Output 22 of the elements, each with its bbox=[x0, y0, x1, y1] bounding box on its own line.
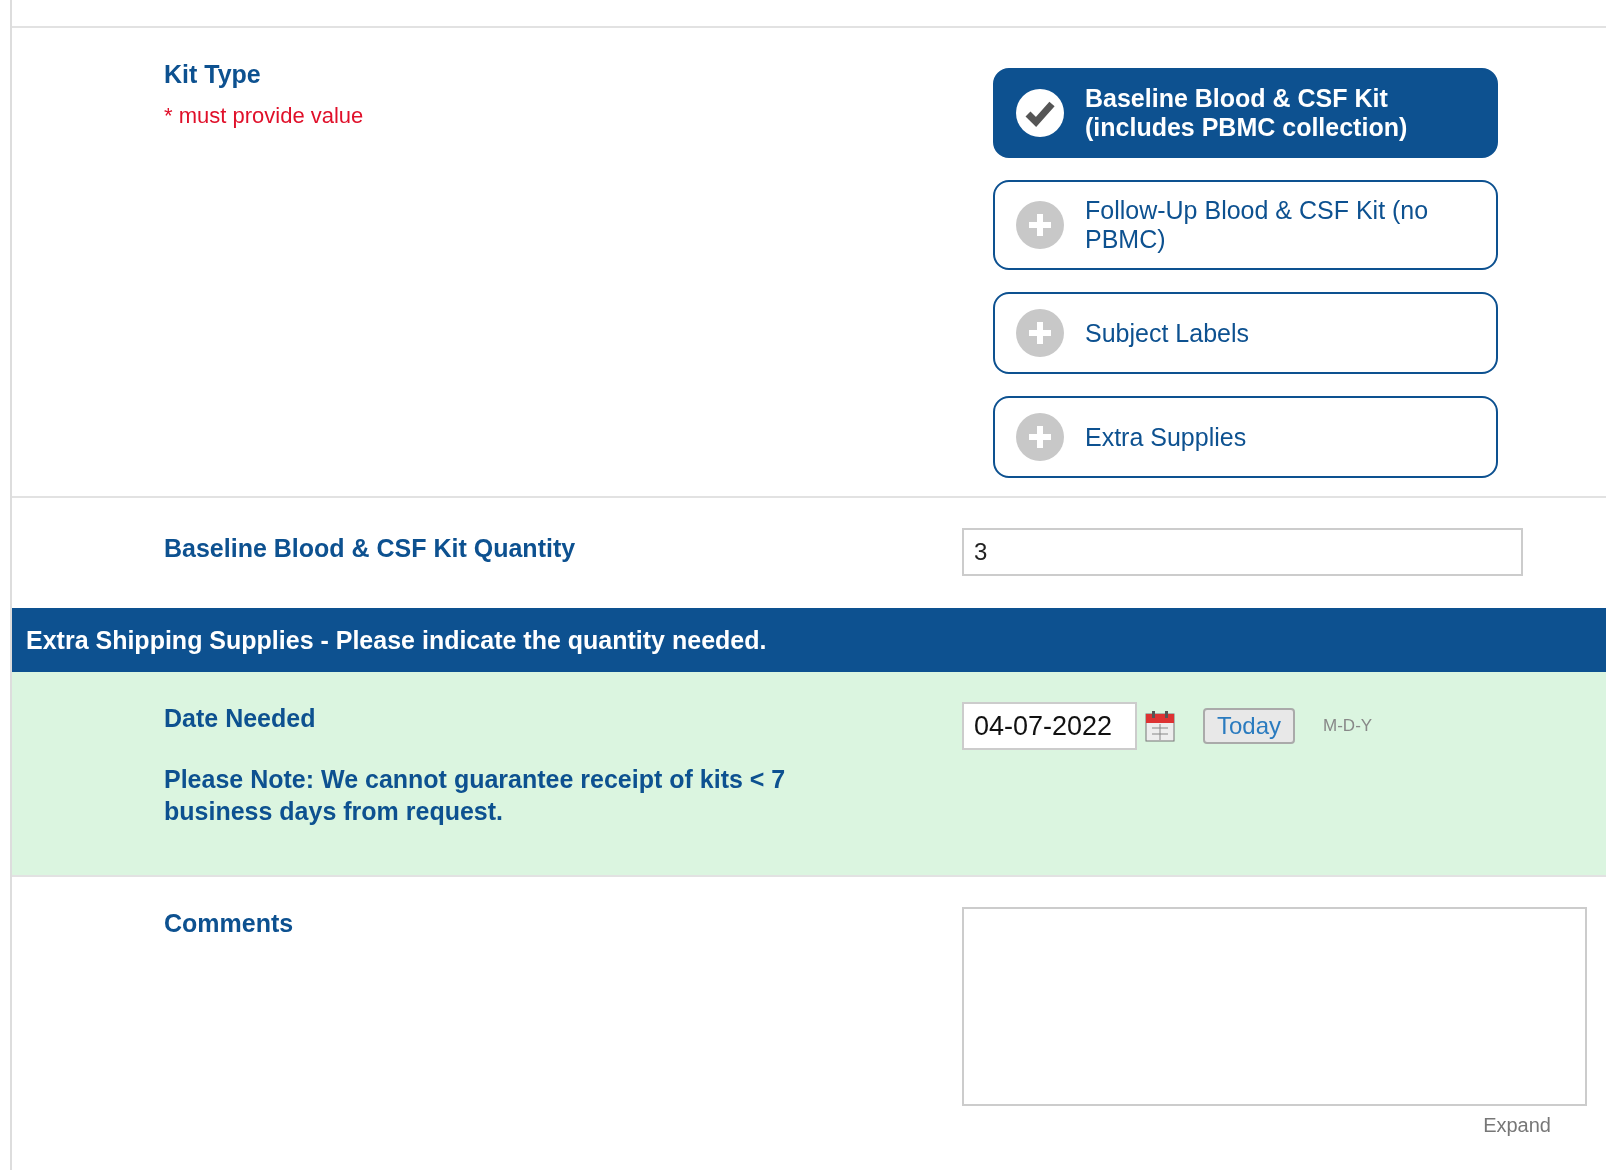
kit-option-button[interactable]: Baseline Blood & CSF Kit (includes PBMC collection) bbox=[993, 68, 1498, 158]
field-label: Comments bbox=[164, 909, 295, 938]
checkmark-icon bbox=[1015, 88, 1065, 138]
note-text: Please Note: We cannot guarantee receipt of kits < 7 business days from request. bbox=[164, 764, 787, 827]
kit-option-button[interactable]: Extra Supplies bbox=[993, 396, 1498, 478]
section-header: Extra Shipping Supplies - Please indicate the quantity needed. bbox=[12, 608, 1606, 672]
quantity-field[interactable]: 3 bbox=[962, 528, 1523, 576]
today-button[interactable]: Today bbox=[1203, 708, 1296, 744]
field-label: Date Needed bbox=[164, 704, 317, 733]
field-label: Baseline Blood & CSF Kit Quantity bbox=[164, 534, 577, 563]
calendar-icon[interactable] bbox=[1145, 710, 1175, 742]
date-format-hint: M-D-Y bbox=[1323, 716, 1373, 736]
required-note: * must provide value bbox=[164, 103, 365, 129]
plus-icon bbox=[1015, 308, 1065, 358]
expand-link[interactable]: Expand bbox=[1483, 1114, 1551, 1137]
plus-icon bbox=[1015, 412, 1065, 462]
plus-icon bbox=[1015, 200, 1065, 250]
kit-option-button[interactable]: Follow-Up Blood & CSF Kit (no PBMC) bbox=[993, 180, 1498, 270]
field-label: Kit Type bbox=[164, 60, 262, 89]
kit-option-button[interactable]: Subject Labels bbox=[993, 292, 1498, 374]
date-field[interactable]: 04-07-2022 bbox=[962, 702, 1137, 750]
comments-field[interactable] bbox=[962, 907, 1587, 1106]
